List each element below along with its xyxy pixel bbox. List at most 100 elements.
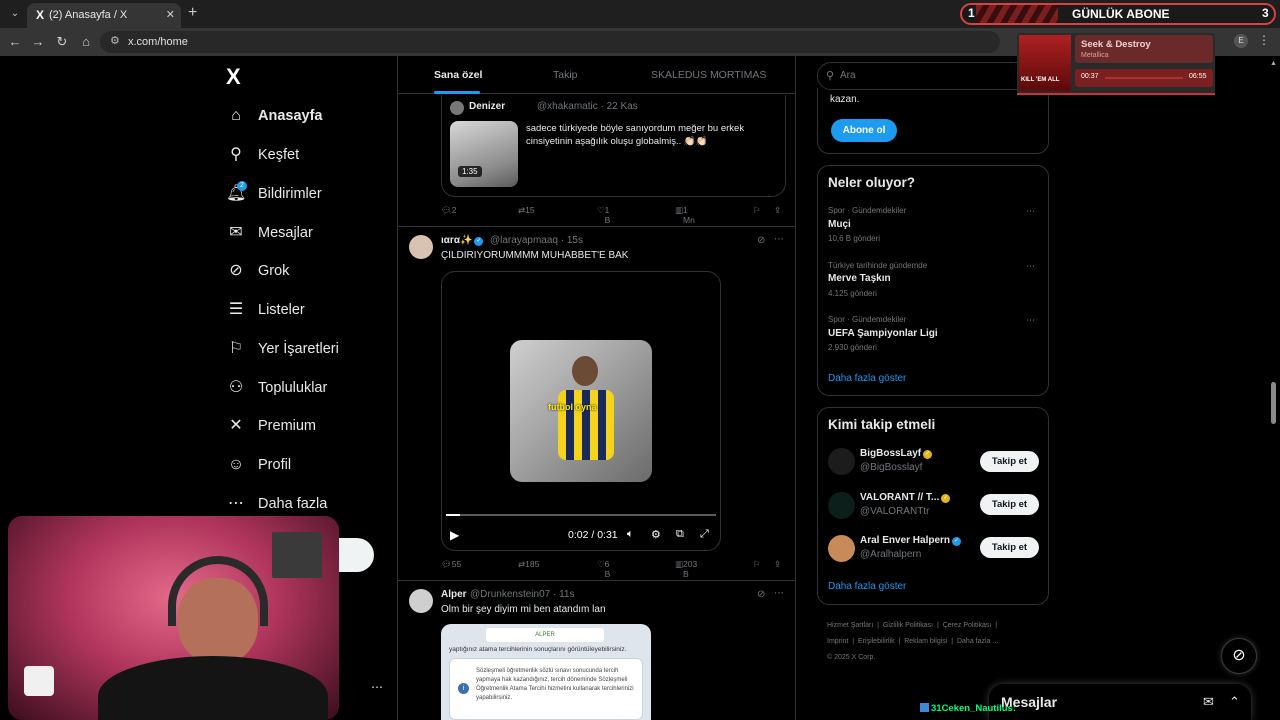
reply-button[interactable]: 💬︎ 2 [441, 205, 457, 216]
scrollbar[interactable] [1271, 382, 1276, 424]
copyright: © 2025 X Corp. [827, 654, 876, 661]
nav-item-bookmarks[interactable]: ⚐ Yer İşaretleri [226, 334, 339, 364]
track-total: 06:55 [1189, 73, 1207, 80]
url-input[interactable]: ⚙ x.com/home [100, 31, 1000, 53]
search-input[interactable]: ⚲ Ara [817, 62, 1049, 90]
settings-icon[interactable]: ⚙ [651, 528, 661, 541]
bookmark-icon[interactable]: ⚐ [753, 205, 761, 216]
pip-icon[interactable]: ⧉ [676, 528, 684, 541]
trend-name[interactable]: UEFA Şampiyonlar Ligi [828, 328, 938, 339]
share-icon[interactable]: ⇪ [774, 205, 781, 216]
tweet-image[interactable]: ALPER yaptığınız atama tercihlerinin son… [441, 624, 651, 720]
footer-link[interactable]: Reklam bilgisi [904, 638, 947, 645]
footer-link[interactable]: Gizlilik Politikası [883, 622, 933, 629]
search-icon: ⚲ [826, 70, 835, 82]
timeline: Denizer @xhakamatic · 22 Kas 1:35 sadece… [397, 56, 796, 720]
more-icon[interactable]: ⋯ [774, 234, 784, 245]
footer-link[interactable]: Daha fazla ... [957, 638, 998, 645]
browser-home-icon[interactable]: ⌂ [77, 33, 95, 51]
reload-icon[interactable]: ↻ [53, 33, 71, 51]
follow-button[interactable]: Takip et [980, 451, 1039, 472]
scroll-up-icon[interactable]: ▲ [1270, 60, 1277, 67]
tab-following[interactable]: Takip [553, 69, 578, 81]
post-button[interactable] [339, 538, 374, 572]
new-message-icon[interactable]: ✉ [1203, 694, 1214, 710]
video-progress-bar[interactable] [446, 514, 716, 516]
tab-search-menu-icon[interactable]: ⌄ [6, 5, 24, 23]
tweet-author-name: Alper [441, 589, 467, 600]
video-thumbnail[interactable] [450, 121, 518, 187]
footer-link[interactable]: Imprint [827, 638, 848, 645]
repost-button[interactable]: ⇄ 185 [518, 559, 539, 570]
nav-item-profile[interactable]: ☺ Profil [226, 450, 291, 480]
nav-item-notifications[interactable]: 🔔︎ 2 Bildirimler [226, 179, 322, 209]
avatar[interactable] [828, 535, 855, 562]
views-button[interactable]: ▥ 203 B [675, 559, 697, 579]
banner-label: GÜNLÜK ABONE [1072, 7, 1170, 21]
nav-item-explore[interactable]: ⚲ Keşfet [226, 140, 299, 170]
tab-close-icon[interactable]: ✕ [166, 8, 175, 21]
video-time: 0:02 / 0:31 [568, 529, 618, 541]
nav-item-premium[interactable]: ✕ Premium [226, 411, 316, 441]
subscribe-button[interactable]: Abone ol [831, 119, 897, 142]
video-player[interactable]: futbol oyna ▶ 0:02 / 0:31 🔈︎ ⚙ ⧉ ⤢ [441, 271, 721, 551]
avatar[interactable] [409, 589, 433, 613]
browser-tab[interactable]: X (2) Anasayfa / X ✕ [27, 3, 181, 28]
browser-profile-avatar[interactable]: E [1234, 34, 1248, 48]
like-button[interactable]: ♡ 1 B [597, 205, 610, 225]
follow-button[interactable]: Takip et [980, 494, 1039, 515]
more-icon[interactable]: ⋯ [774, 588, 784, 599]
avatar[interactable] [409, 235, 433, 259]
views-button[interactable]: ▥ 1 Mn [675, 205, 695, 225]
reply-count: 55 [451, 559, 462, 569]
active-tab-indicator [434, 91, 480, 94]
share-icon[interactable]: ⇪ [774, 559, 781, 570]
site-settings-icon[interactable]: ⚙ [110, 34, 120, 47]
grok-fab-icon[interactable]: ⊘ [1221, 638, 1257, 674]
footer-link[interactable]: Erişilebilirlik [858, 638, 895, 645]
like-button[interactable]: ♡ 6 B [597, 559, 610, 579]
expand-icon[interactable]: ⌃ [1229, 694, 1240, 710]
avatar[interactable] [828, 492, 855, 519]
forward-icon[interactable]: → [29, 33, 47, 51]
reply-button[interactable]: 💬︎ 55 [441, 559, 461, 570]
new-tab-icon[interactable]: + [188, 4, 197, 22]
trend-name[interactable]: Muçi [828, 219, 851, 230]
browser-menu-icon[interactable]: ⋮ [1258, 33, 1270, 47]
follow-show-more-link[interactable]: Daha fazla göster [828, 581, 906, 592]
trend-name[interactable]: Merve Taşkın [828, 273, 891, 284]
volume-icon[interactable]: 🔈︎ [627, 528, 634, 541]
x-logo-icon[interactable]: X [226, 64, 241, 90]
bookmark-icon[interactable]: ⚐ [753, 559, 761, 570]
tweet-author-name: ιαrα✨ ✓ [441, 235, 484, 246]
avatar[interactable] [828, 448, 855, 475]
more-icon[interactable]: ⋯ [1026, 261, 1035, 272]
tab-list[interactable]: SKALEDUS MORTIMAS [651, 69, 766, 81]
footer-link[interactable]: Hizmet Şartları [827, 622, 873, 629]
nav-item-grok[interactable]: ⊘ Grok [226, 256, 289, 286]
trends-show-more-link[interactable]: Daha fazla göster [828, 373, 906, 384]
nav-item-messages[interactable]: ✉ Mesajlar [226, 218, 313, 248]
back-icon[interactable]: ← [6, 33, 24, 51]
nav-item-communities[interactable]: ⚇ Topluluklar [226, 373, 328, 403]
repost-button[interactable]: ⇄ 15 [518, 205, 535, 216]
messages-drawer[interactable]: Mesajlar ✉ ⌃ [989, 684, 1251, 720]
grok-icon[interactable]: ⊘ [757, 235, 765, 246]
quote-author-handle: @xhakamatic · 22 Kas [537, 101, 638, 112]
grok-icon[interactable]: ⊘ [757, 589, 765, 600]
bell-icon: 🔔︎ 2 [226, 181, 247, 202]
more-icon[interactable]: ⋯ [1026, 315, 1035, 326]
tab-for-you[interactable]: Sana özel [434, 69, 482, 81]
follow-button[interactable]: Takip et [980, 537, 1039, 558]
quoted-tweet[interactable]: Denizer @xhakamatic · 22 Kas 1:35 sadece… [441, 95, 786, 197]
nav-item-more[interactable]: ⋯ Daha fazla [226, 489, 327, 519]
track-progress: 00:37 06:55 [1075, 69, 1213, 87]
play-icon[interactable]: ▶ [450, 528, 459, 542]
nav-item-lists[interactable]: ☰ Listeler [226, 295, 305, 325]
more-icon[interactable]: ⋯ [1026, 206, 1035, 217]
footer-link[interactable]: Çerez Politikası [943, 622, 992, 629]
nav-item-home[interactable]: ⌂ Anasayfa [226, 101, 322, 131]
fullscreen-icon[interactable]: ⤢ [700, 528, 709, 541]
account-more-icon[interactable]: ⋯ [371, 680, 383, 694]
track-info: Seek & Destroy Metallica [1075, 35, 1213, 63]
